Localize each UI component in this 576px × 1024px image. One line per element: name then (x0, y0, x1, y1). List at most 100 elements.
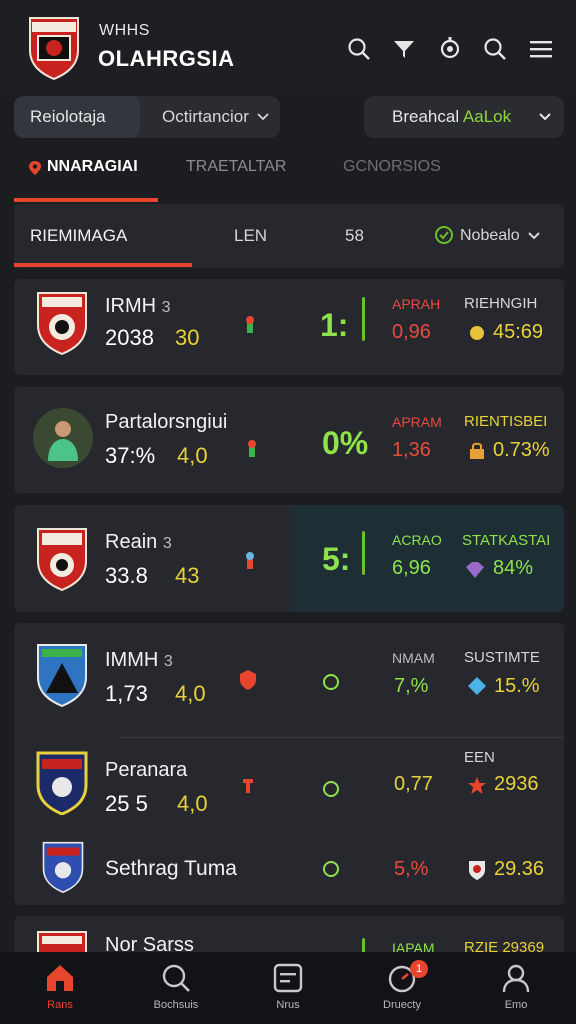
section-header-panel: RIEMIMAGA LEN 58 Nobealo (14, 204, 564, 268)
check-circle-icon (435, 226, 453, 244)
settings-icon[interactable] (437, 36, 463, 62)
percent-value[interactable]: 84% (493, 557, 533, 580)
nav-label-rans[interactable]: Rans (20, 999, 100, 1011)
club-crest-icon (37, 528, 87, 591)
team-name: Reain 3 (105, 531, 172, 553)
lock-icon (470, 442, 484, 459)
percent-value[interactable]: 29.36 (494, 858, 544, 881)
stat-label: EEN (464, 749, 495, 766)
club-crest-icon (37, 644, 87, 707)
highlighted-odds-panel[interactable]: 5: ACRAO 6,96 STATKASTAI 84% (290, 505, 564, 612)
match-score: 0% (322, 425, 369, 461)
section-col-value: 58 (345, 226, 364, 245)
search-icon[interactable] (482, 36, 508, 62)
tab-gcnorsios[interactable]: GCNORSIOS (343, 158, 441, 176)
tab-traetaltar[interactable]: TRAETALTAR (186, 158, 286, 176)
pin-icon (243, 779, 253, 793)
shield-icon (240, 670, 256, 690)
stat-label: SUSTIMTE (464, 649, 540, 666)
odds-value[interactable]: 0,96 (392, 321, 431, 344)
diamond-icon (468, 677, 486, 695)
percent-value[interactable]: 45:69 (493, 321, 543, 344)
circle-icon (323, 861, 339, 877)
market-label: APRAM (392, 414, 442, 430)
trophy-icon (248, 440, 256, 457)
tab-active-indicator (14, 198, 158, 202)
search-icon[interactable] (346, 36, 372, 62)
menu-icon[interactable] (528, 36, 554, 62)
odds-value[interactable]: 5,% (394, 858, 428, 881)
team-stat: 1,73 (105, 681, 148, 706)
market-label: ACRAO (392, 532, 442, 548)
status-dropdown[interactable]: Nobealo (460, 227, 520, 245)
match-group-card: IMMH 3 1,73 4,0 NMAM 7,% SUSTIMTE 15.% P… (14, 623, 564, 905)
segment-dropdown-label[interactable]: Octirtancior (162, 107, 249, 127)
match-card[interactable]: Partalorsngiui 37:% 4,0 0% APRAM 1,36 RI… (14, 387, 564, 493)
user-icon[interactable] (500, 962, 532, 994)
location-pin-icon (29, 161, 41, 175)
segment-filter: Reiolotaja Octirtancior (14, 96, 280, 138)
section-title[interactable]: RIEMIMAGA (30, 226, 127, 246)
section-underline (14, 263, 192, 267)
player-avatar (33, 408, 93, 468)
search-icon[interactable] (160, 962, 192, 994)
nav-label-emo[interactable]: Emo (476, 999, 556, 1011)
crest-small-icon (469, 861, 485, 880)
team-name: IRMH 3 (105, 295, 171, 317)
segment-selected-label: Reiolotaja (30, 107, 106, 126)
section-col-label: LEN (234, 226, 268, 245)
filter-icon[interactable] (391, 36, 417, 62)
match-score: 5: (322, 541, 351, 577)
odds-value[interactable]: 6,96 (392, 557, 431, 580)
team-substat: 4,0 (175, 681, 206, 706)
chevron-down-icon (539, 113, 551, 121)
percent-value[interactable]: 0.73% (493, 439, 550, 462)
odds-value[interactable]: 1,36 (392, 439, 431, 462)
club-crest-icon (36, 751, 88, 815)
trophy-icon (246, 316, 254, 333)
match-card[interactable]: Nor Sarss IAPAM RZIE 29369 (14, 916, 564, 956)
odds-value[interactable]: 0,77 (394, 773, 433, 796)
market-dropdown-label: Breahcal AaLok (392, 107, 512, 126)
club-crest-icon (37, 292, 87, 355)
team-name[interactable]: Peranara (105, 759, 187, 782)
trophy-icon (246, 552, 254, 569)
brand-subtitle: WHHS (99, 22, 150, 39)
nav-label-bochsuis[interactable]: Bochsuis (136, 999, 216, 1011)
club-crest-icon (42, 841, 84, 893)
team-name[interactable]: Sethrag Tuma (105, 857, 237, 881)
player-name: Partalorsngiui (105, 411, 228, 433)
medal-icon (470, 326, 484, 340)
app-header: WHHS OLAHRGSIA (0, 0, 576, 92)
match-card[interactable]: IRMH 3 2038 30 1: APRAH 0,96 RIEHNGIH 45… (14, 279, 564, 375)
chevron-down-icon (257, 113, 269, 121)
team-substat: 30 (175, 325, 200, 350)
match-score: 1: (320, 307, 349, 343)
home-icon[interactable] (44, 962, 76, 994)
team-stat: 2038 (105, 325, 154, 350)
team-substat: 4,0 (177, 791, 208, 816)
nav-label-druecty[interactable]: Druecty (362, 999, 442, 1011)
star-icon (468, 777, 486, 794)
notification-badge: 1 (410, 960, 428, 978)
stat-label: STATKASTAI (462, 532, 551, 549)
odds-value[interactable]: 7,% (394, 675, 428, 698)
team-substat: 43 (175, 563, 200, 588)
club-crest-logo[interactable] (26, 16, 82, 80)
percent-value[interactable]: 2936 (494, 773, 539, 796)
score-bar (362, 531, 365, 575)
nav-label-nrus[interactable]: Nrus (248, 999, 328, 1011)
percent-value[interactable]: 15.% (494, 675, 540, 698)
team-stat: 37:% (105, 443, 156, 468)
market-label: APRAH (392, 296, 441, 312)
market-label: NMAM (392, 650, 435, 666)
circle-icon (323, 781, 339, 797)
market-dropdown[interactable]: Breahcal AaLok (364, 96, 564, 138)
circle-icon (323, 674, 339, 690)
gem-icon (466, 562, 484, 578)
list-icon[interactable] (272, 962, 304, 994)
chevron-down-icon (528, 232, 540, 240)
team-name[interactable]: IMMH 3 (105, 649, 173, 672)
tab-nnaragiai[interactable]: NNARAGIAI (47, 158, 138, 176)
team-substat: 4,0 (177, 443, 208, 468)
